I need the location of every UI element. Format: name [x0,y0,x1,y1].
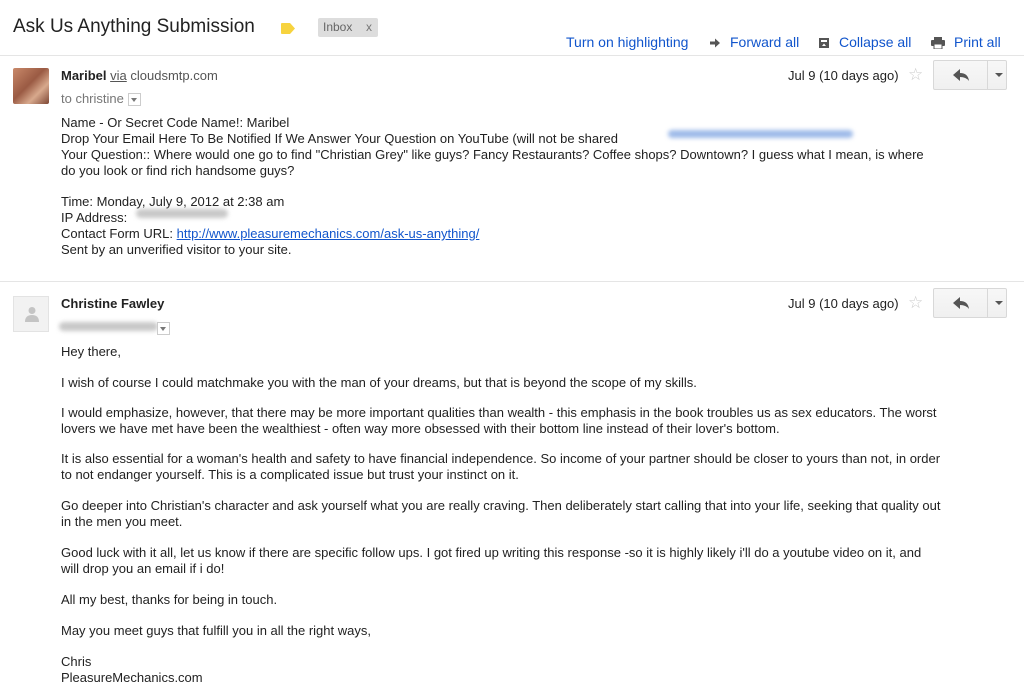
star-icon[interactable]: ☆ [908,66,923,83]
collapse-icon [819,38,829,48]
inbox-label-text: Inbox [323,20,353,34]
message1-reply-button[interactable] [933,60,1007,90]
thread-subject: Ask Us Anything Submission [13,16,255,37]
message1-line: Time: Monday, July 9, 2012 at 2:38 am [61,194,285,209]
signature-name: Chris [61,654,92,669]
redacted-recipient [59,322,158,331]
message1-sender[interactable]: Maribel via cloudsmtp.com [61,68,218,83]
message2-line: Good luck with it all, let us know if th… [61,545,922,560]
message2-sender[interactable]: Christine Fawley [61,296,164,311]
reply-arrow-icon [953,69,969,81]
person-icon [25,307,39,322]
turn-on-highlighting-link[interactable]: Turn on highlighting [566,34,688,50]
print-icon [931,37,945,49]
via-link[interactable]: via [110,68,127,83]
via-domain: cloudsmtp.com [130,68,218,83]
message2-line: will drop you an email if i do! [61,561,225,576]
message2-line: Hey there, [61,344,121,359]
message1-date: Jul 9 (10 days ago) [788,68,899,83]
message2-date: Jul 9 (10 days ago) [788,296,899,311]
redacted-email [668,130,853,138]
forward-arrow-icon [710,38,720,48]
message2-line: I wish of course I could matchmake you w… [61,375,697,390]
message2-line: lovers we have met have been the wealthi… [61,421,780,436]
message1-line: Your Question:: Where would one go to fi… [61,147,924,162]
recipient-details-toggle[interactable] [157,322,170,336]
signature-site: PleasureMechanics.com [61,670,203,685]
sender-name[interactable]: Maribel [61,68,107,83]
message-divider [0,281,1024,282]
message2-line: to not endanger yourself. This is a comp… [61,467,519,482]
sender-avatar-placeholder[interactable] [13,296,49,332]
sender-avatar[interactable] [13,68,49,104]
reply-arrow-icon [953,297,969,309]
remove-label-button[interactable]: x [366,18,372,37]
forward-all-link[interactable]: Forward all [730,34,799,50]
message1-recipients[interactable]: to christine [61,91,141,107]
recipient-details-toggle[interactable] [127,93,141,107]
collapse-all-link[interactable]: Collapse all [839,34,911,50]
message1-line: Sent by an unverified visitor to your si… [61,242,292,257]
star-icon[interactable]: ☆ [908,294,923,311]
recipient-text: to christine [61,91,124,106]
label-tag-icon[interactable] [281,23,295,34]
button-separator [987,289,988,317]
contact-form-url-link[interactable]: http://www.pleasuremechanics.com/ask-us-… [177,226,480,241]
message2-line: All my best, thanks for being in touch. [61,592,278,607]
via-text: via cloudsmtp.com [110,68,218,83]
message1-line: do you look or find rich handsome guys? [61,163,295,178]
message2-reply-button[interactable] [933,288,1007,318]
contact-form-label: Contact Form URL: [61,226,173,241]
message2-line: I would emphasize, however, that there m… [61,405,937,420]
inbox-label-chip: Inbox x [318,18,378,37]
message2-line: in the men you meet. [61,514,183,529]
message1-line: Contact Form URL: http://www.pleasuremec… [61,226,479,242]
more-options-icon[interactable] [995,301,1003,305]
message2-line: Go deeper into Christian's character and… [61,498,941,513]
button-separator [987,61,988,89]
message2-line: May you meet guys that fulfill you in al… [61,623,371,638]
message1-line: Drop Your Email Here To Be Notified If W… [61,131,618,146]
redacted-ip [136,209,228,218]
more-options-icon[interactable] [995,73,1003,77]
header-divider [0,55,1024,56]
message2-line: It is also essential for a woman's healt… [61,451,941,466]
print-all-link[interactable]: Print all [954,34,1001,50]
message1-line: Name - Or Secret Code Name!: Maribel [61,115,290,130]
message1-line: IP Address: [61,210,128,225]
